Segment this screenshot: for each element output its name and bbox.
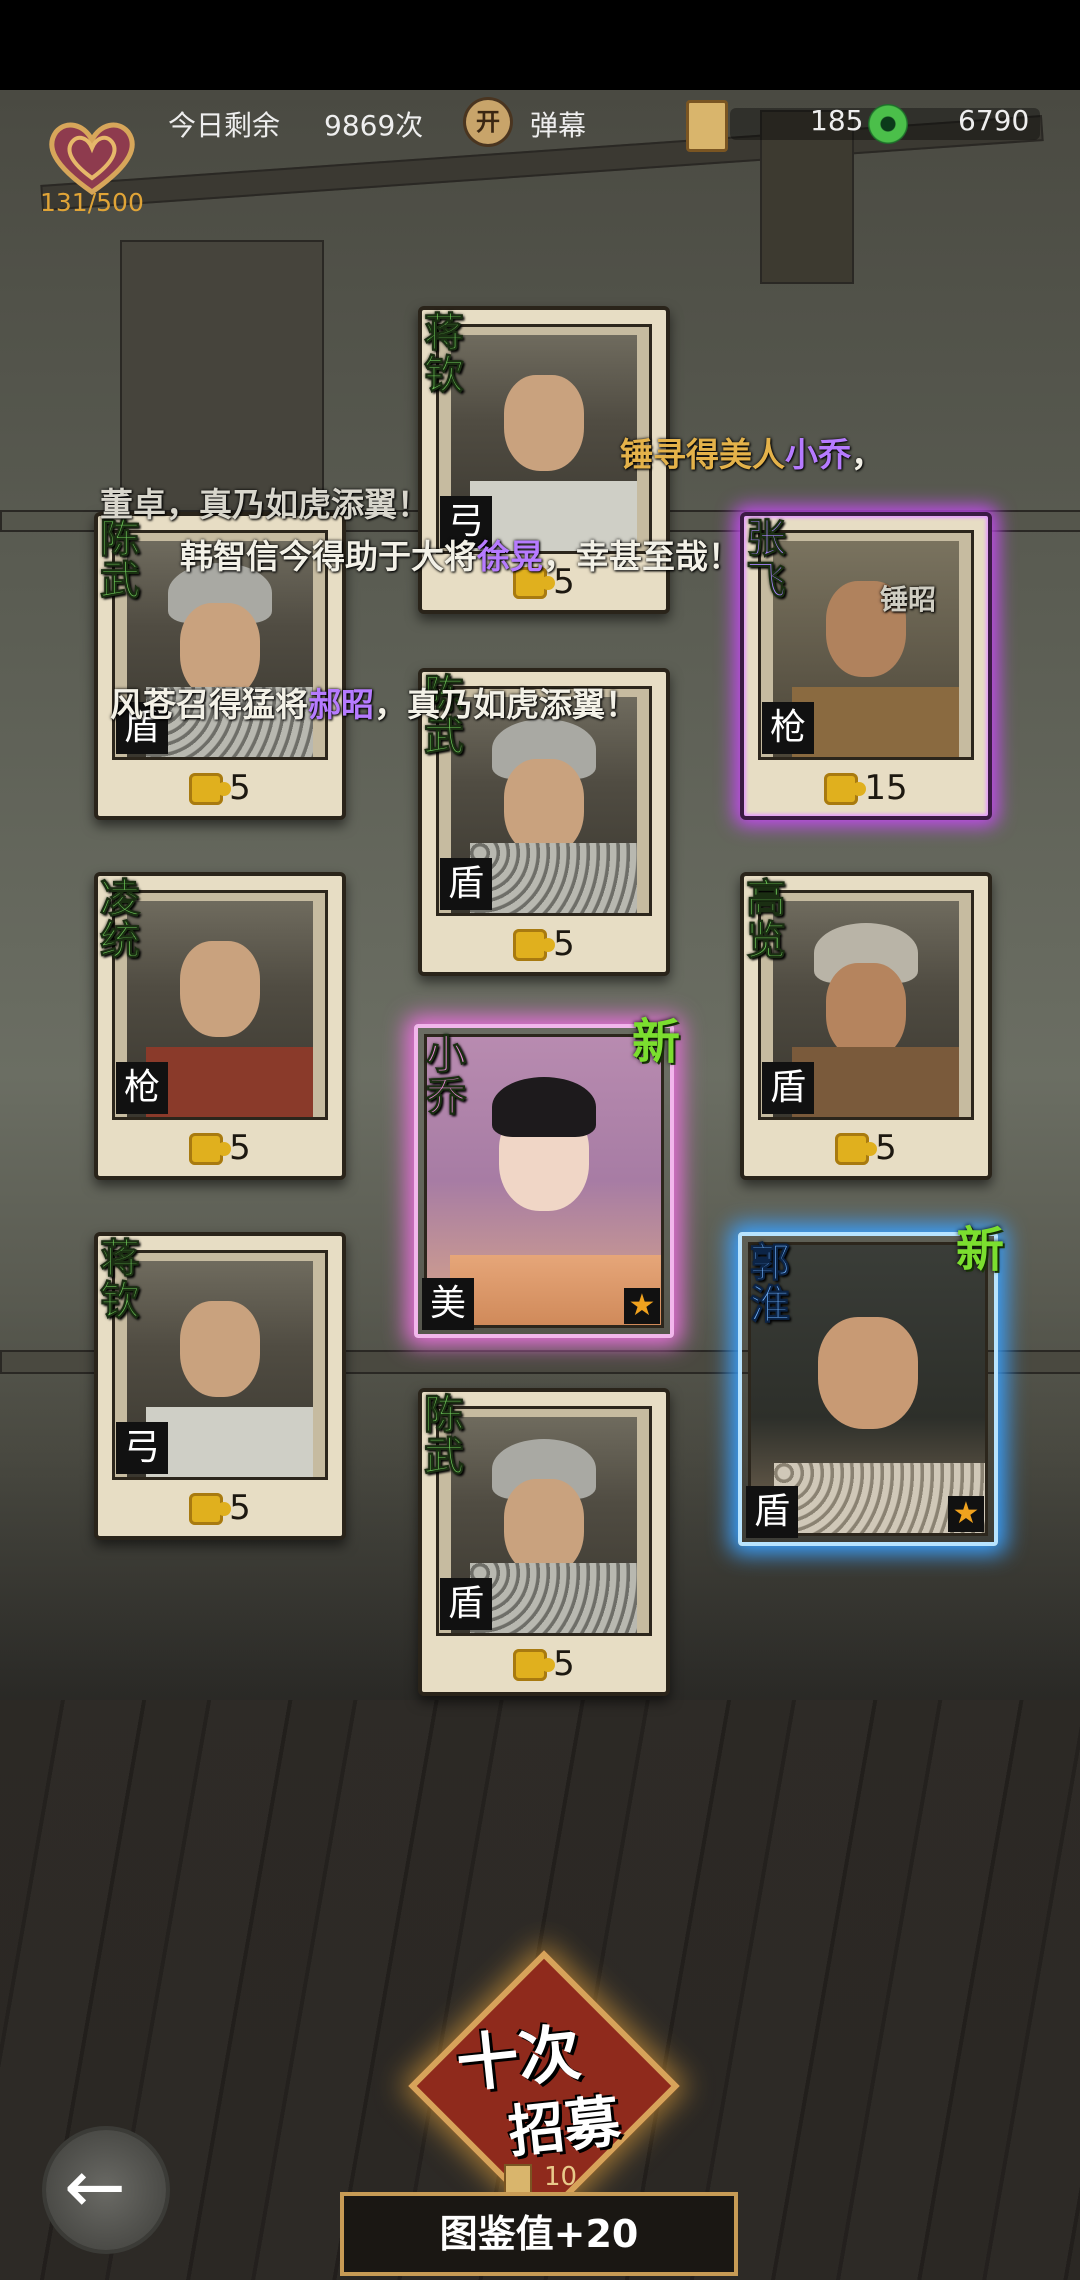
fragment-icon [189,1133,232,1165]
recruit-ticket-icon [686,100,728,152]
hero-card[interactable]: 凌统 枪 5 [94,872,346,1180]
hero-name: 蒋钦 [100,1235,141,1324]
star-icon: ★ [624,1288,660,1324]
hero-type: 美 [422,1278,474,1330]
recruit-cost: 10 [544,2162,578,2192]
hero-type: 盾 [440,858,492,910]
fragment-icon [189,773,232,805]
collection-value-banner: 图鉴值+20 [340,2192,738,2276]
ticket-count: 185 [810,104,864,137]
new-badge: 新 [955,1222,1004,1278]
hero-type: 盾 [762,1062,814,1114]
remaining-count: 9869次 [324,109,424,142]
hero-card-new[interactable]: 小乔 美 ★ 新 [414,1014,680,1338]
fragment-icon [513,929,556,961]
danmaku-message: 风苍召得猛将郝昭，真乃如虎添翼！ [110,685,638,724]
back-arrow-icon: ← [64,2144,127,2230]
fragment-count: 5 [229,1488,251,1528]
hero-card[interactable]: 高览 盾 5 [740,872,992,1180]
hero-name: 凌统 [100,875,141,964]
jade-count: 6790 [958,104,1030,137]
hero-type: 盾 [746,1486,798,1538]
hero-type: 枪 [762,702,814,754]
remaining-label: 今日剩余 [168,109,281,142]
fragment-icon [513,1649,556,1681]
fragment-icon [824,773,867,805]
danmaku-message: 锤昭 [880,583,937,616]
fragment-icon [189,1493,232,1525]
fragment-count: 5 [229,1128,251,1168]
hero-card[interactable]: 陈武 盾 5 [418,1388,670,1696]
back-button[interactable]: ← [46,2130,166,2250]
hero-type: 枪 [116,1062,168,1114]
barrage-toggle-button[interactable]: 开 [466,100,510,144]
hero-name: 郭淮 [750,1239,791,1328]
fragment-count: 5 [229,768,251,808]
hero-name: 高览 [746,875,787,964]
hero-card-rare[interactable]: 张飞 枪 15 [740,512,992,820]
hero-card-new[interactable]: 郭淮 盾 ★ 新 [738,1222,1004,1546]
jade-icon [868,104,908,144]
status-bar [0,0,1080,90]
hero-name: 蒋钦 [424,309,465,398]
hero-name: 陈武 [100,515,141,604]
fragment-count: 5 [875,1128,897,1168]
danmaku-message: 董卓，真乃如虎添翼！ [100,485,430,524]
new-badge: 新 [631,1014,680,1070]
hero-type: 弓 [116,1422,168,1474]
recruit-ticket-icon [504,2164,532,2194]
heart-count: 131/500 [40,188,144,217]
fragment-count: 5 [553,924,575,964]
heart-icon[interactable] [42,118,142,198]
hero-card[interactable]: 蒋钦 弓 5 [94,1232,346,1540]
hero-name: 张飞 [746,515,787,604]
star-icon: ★ [948,1496,984,1532]
recruit-label-line2: 招募 [505,2088,624,2166]
hero-name: 陈武 [424,1391,465,1480]
barrage-label: 弹幕 [530,109,587,142]
fragment-count: 5 [553,1644,575,1684]
fragment-icon [835,1133,878,1165]
hero-type: 盾 [440,1578,492,1630]
hero-name: 小乔 [426,1031,467,1120]
fragment-count: 15 [864,768,908,808]
danmaku-message: 锤寻得美人小乔， [620,435,884,474]
danmaku-message: 韩智信今得助于大将徐晃，幸甚至哉！ [180,537,741,576]
